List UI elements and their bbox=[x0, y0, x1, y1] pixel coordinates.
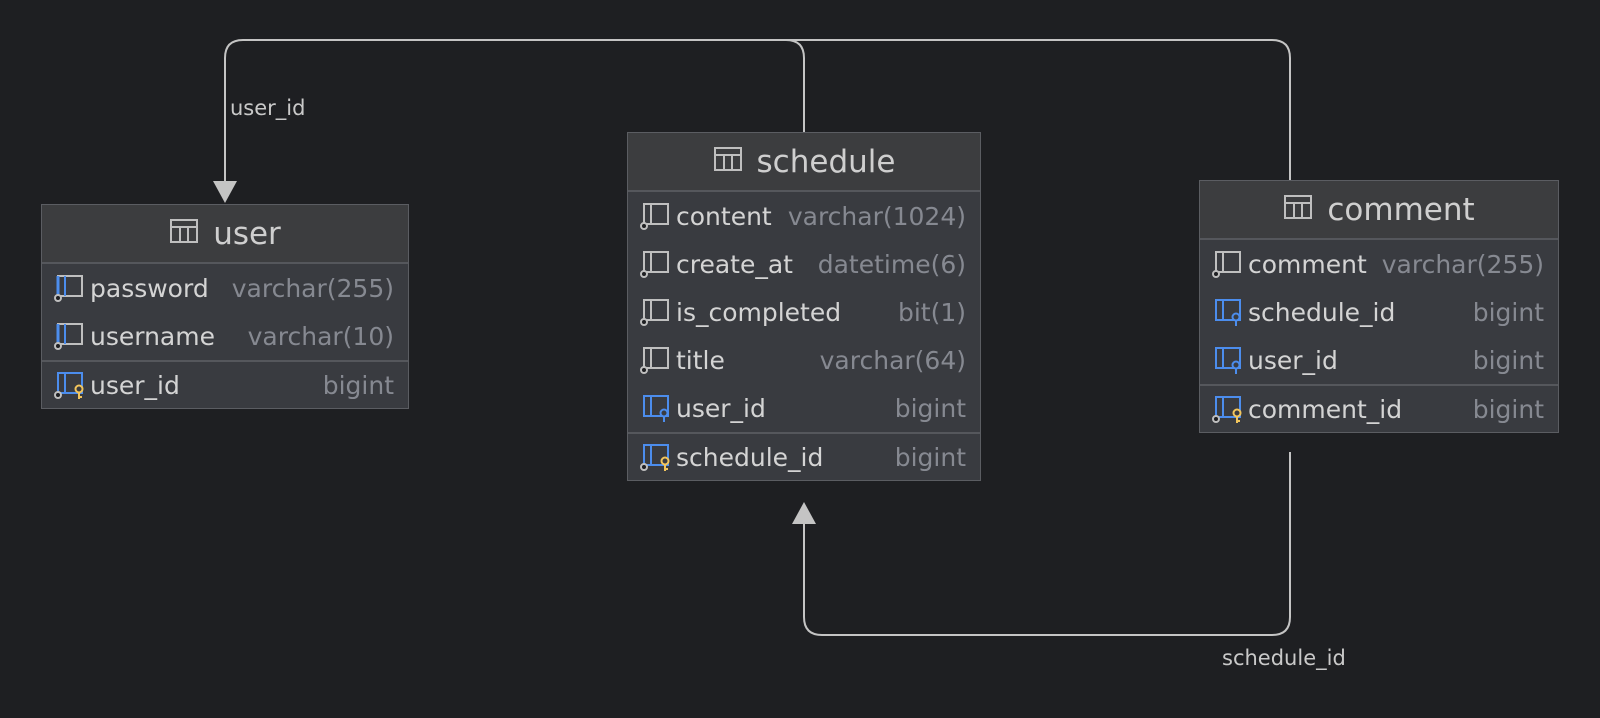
table-icon bbox=[1283, 192, 1313, 228]
schedule-column-row[interactable]: is_completed bit(1) bbox=[628, 288, 980, 336]
foreign-key-icon bbox=[1210, 345, 1244, 375]
column-type: varchar(64) bbox=[819, 345, 966, 375]
comment-column-row[interactable]: schedule_id bigint bbox=[1200, 288, 1558, 336]
column-name: title bbox=[676, 345, 725, 375]
schedule-table-header[interactable]: schedule bbox=[628, 133, 980, 192]
user-table-title: user bbox=[213, 215, 281, 252]
schedule-column-row[interactable]: schedule_id bigint bbox=[628, 432, 980, 480]
column-index-icon bbox=[52, 273, 86, 303]
column-type: varchar(255) bbox=[231, 273, 394, 303]
primary-key-icon bbox=[638, 442, 672, 472]
column-name: user_id bbox=[90, 370, 180, 400]
schedule-column-row[interactable]: create_at datetime(6) bbox=[628, 240, 980, 288]
comment-table[interactable]: comment comment varchar(255) schedule_id big… bbox=[1199, 180, 1559, 433]
user-arrowhead bbox=[213, 181, 237, 203]
primary-key-icon bbox=[52, 370, 86, 400]
schedule-table-title: schedule bbox=[756, 143, 896, 180]
comment-column-row[interactable]: comment varchar(255) bbox=[1200, 240, 1558, 288]
comment-table-header[interactable]: comment bbox=[1200, 181, 1558, 240]
schedule-column-row[interactable]: user_id bigint bbox=[628, 384, 980, 432]
column-name: comment_id bbox=[1248, 394, 1403, 424]
comment-column-row[interactable]: comment_id bigint bbox=[1200, 384, 1558, 432]
comment-table-title: comment bbox=[1327, 191, 1475, 228]
column-type: bigint bbox=[1472, 297, 1544, 327]
column-icon bbox=[638, 345, 672, 375]
column-icon bbox=[638, 201, 672, 231]
column-name: content bbox=[676, 201, 772, 231]
primary-key-icon bbox=[1210, 394, 1244, 424]
column-name: user_id bbox=[1248, 345, 1338, 375]
column-icon bbox=[1210, 249, 1244, 279]
schedule-table[interactable]: schedule content varchar(1024) create_at dat… bbox=[627, 132, 981, 481]
foreign-key-icon bbox=[1210, 297, 1244, 327]
column-name: user_id bbox=[676, 393, 766, 423]
schedule-arrowhead bbox=[792, 502, 816, 524]
schedule-column-row[interactable]: content varchar(1024) bbox=[628, 192, 980, 240]
column-icon bbox=[638, 297, 672, 327]
column-type: varchar(10) bbox=[247, 321, 394, 351]
user-table-header[interactable]: user bbox=[42, 205, 408, 264]
column-name: create_at bbox=[676, 249, 793, 279]
column-icon bbox=[638, 249, 672, 279]
column-name: schedule_id bbox=[676, 442, 824, 472]
user-id-relation-label: user_id bbox=[230, 96, 306, 120]
column-name: password bbox=[90, 273, 209, 303]
column-name: comment bbox=[1248, 249, 1367, 279]
table-icon bbox=[713, 144, 743, 180]
user-column-row[interactable]: username varchar(10) bbox=[42, 312, 408, 360]
table-icon bbox=[169, 216, 199, 252]
column-name: is_completed bbox=[676, 297, 842, 327]
column-type: bigint bbox=[894, 393, 966, 423]
column-name: schedule_id bbox=[1248, 297, 1396, 327]
foreign-key-icon bbox=[638, 393, 672, 423]
column-type: bigint bbox=[894, 442, 966, 472]
column-type: bit(1) bbox=[897, 297, 966, 327]
column-type: varchar(255) bbox=[1381, 249, 1544, 279]
column-name: username bbox=[90, 321, 215, 351]
comment-column-row[interactable]: user_id bigint bbox=[1200, 336, 1558, 384]
column-type: datetime(6) bbox=[817, 249, 966, 279]
user-column-row[interactable]: password varchar(255) bbox=[42, 264, 408, 312]
column-type: bigint bbox=[1472, 394, 1544, 424]
schedule-id-relation-label: schedule_id bbox=[1222, 646, 1346, 670]
column-type: bigint bbox=[1472, 345, 1544, 375]
column-type: varchar(1024) bbox=[787, 201, 966, 231]
user-column-row[interactable]: user_id bigint bbox=[42, 360, 408, 408]
schedule-column-row[interactable]: title varchar(64) bbox=[628, 336, 980, 384]
column-type: bigint bbox=[322, 370, 394, 400]
user-table[interactable]: user password varchar(255) username varchar(… bbox=[41, 204, 409, 409]
column-index-icon bbox=[52, 321, 86, 351]
